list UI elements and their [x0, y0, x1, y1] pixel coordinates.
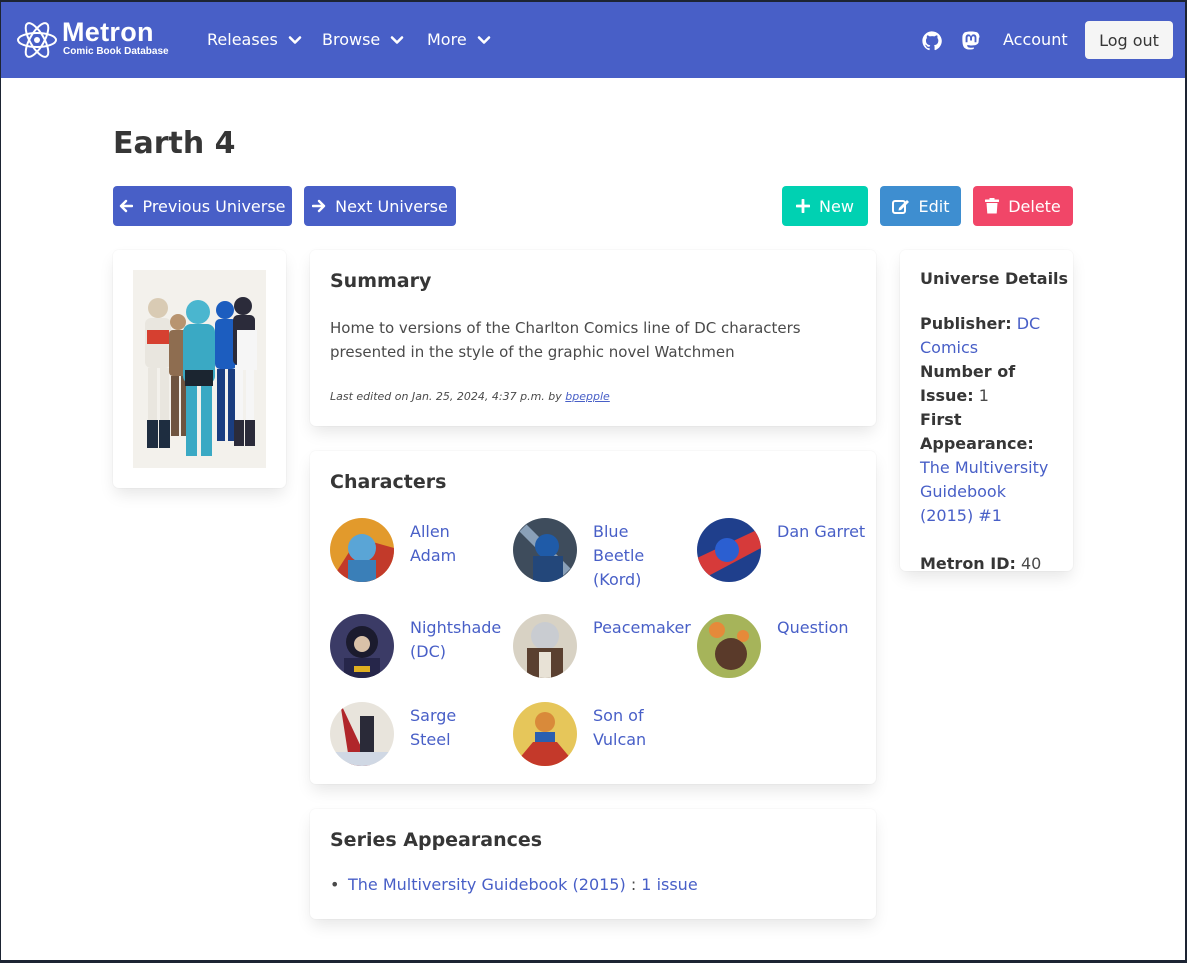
first-appearance-label: First Appearance: [920, 410, 1034, 453]
bullet-icon: • [330, 875, 340, 894]
delete-button[interactable]: Delete [973, 186, 1073, 226]
edit-icon [891, 200, 909, 214]
first-appearance-link[interactable]: The Multiversity Guidebook (2015) #1 [920, 458, 1048, 525]
nav-browse-label: Browse [322, 30, 381, 49]
character-avatar [697, 614, 761, 678]
universe-cover-image [133, 270, 266, 468]
issue-count-value: 1 [978, 386, 989, 405]
browser-frame: Metron Comic Book Database Releases Brow… [1, 2, 1185, 960]
character-name: Nightshade (DC) [410, 618, 502, 661]
editor-link[interactable]: bpepple [565, 390, 610, 403]
publisher-label: Publisher: [920, 314, 1012, 333]
summary-text: Home to versions of the Charlton Comics … [330, 319, 801, 361]
character-name: Son of Vulcan [593, 706, 647, 749]
series-heading: Series Appearances [330, 829, 543, 851]
account-link[interactable]: Account [1003, 30, 1068, 49]
nav-more-label: More [427, 30, 467, 49]
mastodon-icon[interactable] [960, 30, 982, 52]
nav-browse[interactable]: Browse [322, 30, 404, 49]
atom-logo-icon [17, 22, 57, 58]
new-label: New [819, 196, 854, 216]
issue-count-label: Number of Issue: [920, 362, 1016, 405]
chevron-down-icon [390, 35, 404, 44]
characters-heading: Characters [330, 471, 447, 493]
metron-id-label: Metron ID: [920, 554, 1016, 573]
character-avatar [330, 702, 394, 766]
series-separator: : [625, 875, 642, 894]
nav-releases-label: Releases [207, 30, 278, 49]
delete-label: Delete [1008, 196, 1061, 216]
character-name: Dan Garret [777, 522, 866, 541]
character-name: Peacemaker [593, 618, 691, 637]
github-icon[interactable] [921, 30, 943, 52]
last-edited-text: Last edited on Jan. 25, 2024, 4:37 p.m. … [330, 390, 562, 403]
previous-universe-button[interactable]: Previous Universe [113, 186, 292, 226]
previous-universe-label: Previous Universe [142, 196, 286, 216]
navbar: Metron Comic Book Database Releases Brow… [1, 2, 1185, 78]
chevron-down-icon [477, 35, 490, 44]
metron-logo[interactable]: Metron Comic Book Database [16, 17, 169, 61]
character-name: Sarge Steel [410, 706, 457, 749]
arrow-left-icon [120, 199, 134, 213]
character-avatar [697, 518, 761, 582]
character-name: Question [777, 618, 849, 637]
next-universe-label: Next Universe [335, 196, 448, 216]
logo-subtitle: Comic Book Database [63, 46, 169, 57]
arrow-right-icon [312, 199, 326, 213]
summary-heading: Summary [330, 270, 432, 292]
character-name: Allen Adam [410, 522, 457, 565]
trash-icon [985, 198, 1000, 214]
chevron-down-icon [288, 35, 302, 44]
edit-label: Edit [918, 196, 950, 216]
universe-details-card: Universe Details Publisher: DC Comics Nu… [900, 250, 1073, 573]
nav-more[interactable]: More [427, 30, 491, 49]
details-body: Publisher: DC Comics Number of Issue: 1 … [920, 312, 1060, 576]
metron-id-value: 40 [1021, 554, 1042, 573]
series-link[interactable]: The Multiversity Guidebook (2015) [348, 875, 626, 894]
edit-button[interactable]: Edit [880, 186, 961, 226]
character-avatar [330, 518, 394, 582]
character-avatar [513, 614, 577, 678]
character-avatar [330, 614, 394, 678]
character-avatar [513, 702, 577, 766]
plus-icon [796, 199, 811, 213]
page-title: Earth 4 [113, 126, 236, 161]
cover-card [113, 250, 286, 488]
issue-count-link[interactable]: 1 issue [641, 875, 697, 894]
series-list-item: • The Multiversity Guidebook (2015) : 1 … [330, 875, 698, 894]
character-avatar [513, 518, 577, 582]
summary-card: Summary Home to versions of the Charlton… [310, 250, 876, 426]
next-universe-button[interactable]: Next Universe [304, 186, 456, 226]
last-edited: Last edited on Jan. 25, 2024, 4:37 p.m. … [330, 390, 610, 403]
details-heading: Universe Details [920, 269, 1069, 288]
new-button[interactable]: New [782, 186, 868, 226]
series-appearances-card: Series Appearances • The Multiversity Gu… [310, 809, 876, 919]
logout-button[interactable]: Log out [1085, 21, 1173, 59]
character-name: Blue Beetle (Kord) [593, 522, 645, 589]
nav-releases[interactable]: Releases [207, 30, 302, 49]
logo-title: Metron [62, 17, 154, 47]
characters-card: Characters Allen Adam Blue Beetle (Kord)… [310, 451, 876, 784]
